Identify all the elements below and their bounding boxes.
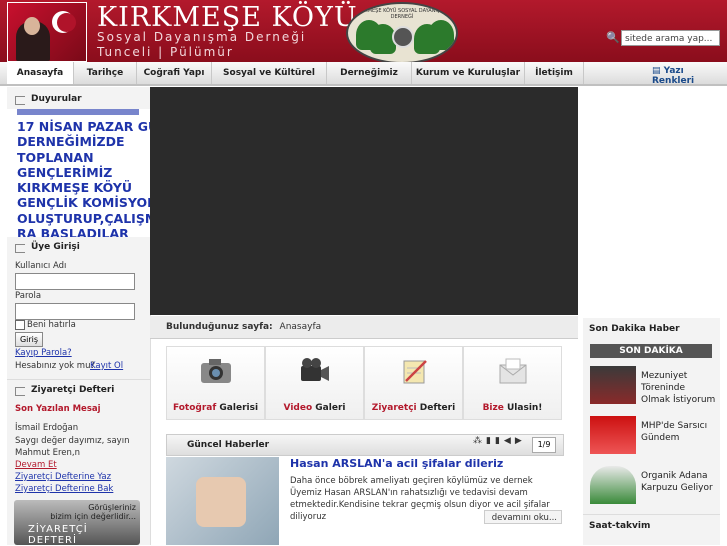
photo-gallery-tile[interactable]: Fotoğraf Galerisi [166,346,265,420]
nav-item-contact[interactable]: İletişim [525,62,584,84]
guestbook-tile[interactable]: Ziyaretçi Defteri [364,346,463,420]
breadcrumb-current: Anasayfa [279,322,322,332]
forgot-password-link[interactable]: Kayıp Parola? [15,348,72,358]
camera-icon [201,359,231,383]
password-label: Parola [15,291,42,301]
news-page-indicator: 1/9 [532,437,556,453]
guestbook-banner[interactable]: Görüşleriniz bizim için değerlidir... Zİ… [14,500,140,546]
announcements-header: Duyurular [7,89,82,109]
message-author: İsmail Erdoğan [15,423,79,433]
site-header: KIRKMEŞE KÖYÜ Sosyal Dayanışma Derneği T… [0,0,727,64]
remember-checkbox[interactable] [15,320,25,330]
news-slider-controls[interactable]: ⁂▮▮◀▶ [473,436,526,446]
login-header: Üye Girişi [7,237,80,257]
nav-item-history[interactable]: Tarihçe [74,62,137,84]
news-item[interactable]: Organik Adana Karpuzu Geliyor [590,466,716,504]
font-colors-link[interactable]: ▤ Yazı Renkleri [652,66,727,86]
news-thumbnail [590,466,636,504]
video-player[interactable] [150,87,578,315]
username-field[interactable] [15,273,135,290]
no-account-text: Hesabınız yok mu? [15,361,95,371]
breaking-news-banner: SON DAKİKA [590,344,712,358]
video-gallery-tile[interactable]: Video Galeri [265,346,364,420]
right-sidebar: Son Dakika Haber SON DAKİKA Mezuniyet Tö… [583,318,720,545]
video-camera-icon [301,358,329,381]
last-message-title: Son Yazılan Mesaj [15,404,101,414]
news-thumbnail [590,416,636,454]
login-button[interactable]: Giriş [15,332,43,347]
search-icon: 🔍 [606,31,620,44]
envelope-icon [499,358,527,384]
clock-header: Saat-takvim [583,514,720,537]
view-guestbook-link[interactable]: Ziyaretçi Defterine Bak [15,484,113,494]
register-link[interactable]: Kayıt Ol [90,361,123,371]
breaking-news-header: Son Dakika Haber [589,324,680,334]
nav-item-home[interactable]: Anasayfa [7,62,74,84]
news-thumbnail [590,366,636,404]
site-title: KIRKMEŞE KÖYÜ [97,2,358,33]
guestbook-header: Ziyaretçi Defteri [7,379,150,400]
nav-item-institutions[interactable]: Kurum ve Kuruluşlar [412,62,525,84]
main-nav: Anasayfa Tarihçe Coğrafi Yapı Sosyal ve … [0,62,727,100]
continue-link[interactable]: Devam Et [15,460,57,470]
breadcrumb-label: Bulunduğunuz sayfa: [166,322,273,332]
quick-links: Fotoğraf Galerisi Video Galeri Ziyaretçi… [166,346,562,420]
news-headline[interactable]: Hasan ARSLAN'a acil şifalar dileriz [290,457,503,470]
nav-item-social-culture[interactable]: Sosyal ve Kültürel Yapı [212,62,327,100]
news-image[interactable] [166,457,279,545]
password-field[interactable] [15,303,135,320]
breadcrumb: Bulunduğunuz sayfa: Anasayfa [150,316,578,339]
association-logo: KIRKMEŞE KÖYÜ SOSYAL DAYANIŞMA DERNEĞİ [346,2,458,64]
write-guestbook-link[interactable]: Ziyaretçi Defterine Yaz [15,472,111,482]
username-label: Kullanıcı Adı [15,261,67,271]
nav-item-association[interactable]: Derneğimiz [327,62,412,84]
nav-item-geography[interactable]: Coğrafi Yapı [137,62,212,84]
news-item[interactable]: MHP'de Sarsıcı Gündem [590,416,716,454]
site-subtitle: Sosyal Dayanışma Derneği [97,30,307,44]
announcement-marquee: 17 NİSAN PAZAR GÜNÜ DERNEĞİMİZDE TOPLANA… [7,109,150,237]
search-input[interactable]: sitede arama yap... [621,30,720,46]
contact-tile[interactable]: Bize Ulasin! [463,346,562,420]
read-more-button[interactable]: devamını oku... [484,510,562,524]
notebook-icon [403,360,427,384]
remember-label: Beni hatırla [27,320,76,330]
announcement-text[interactable]: 17 NİSAN PAZAR GÜNÜ DERNEĞİMİZDE TOPLANA… [17,119,150,237]
left-sidebar: Duyurular 17 NİSAN PAZAR GÜNÜ DERNEĞİMİZ… [7,87,151,545]
message-text: Saygı değer dayımız, sayın Mahmut Eren,n [15,436,130,458]
ataturk-flag-image [7,2,87,62]
news-item[interactable]: Mezuniyet Töreninde Olmak İstiyorum [590,366,716,405]
site-location: Tunceli | Pülümür [97,45,234,59]
